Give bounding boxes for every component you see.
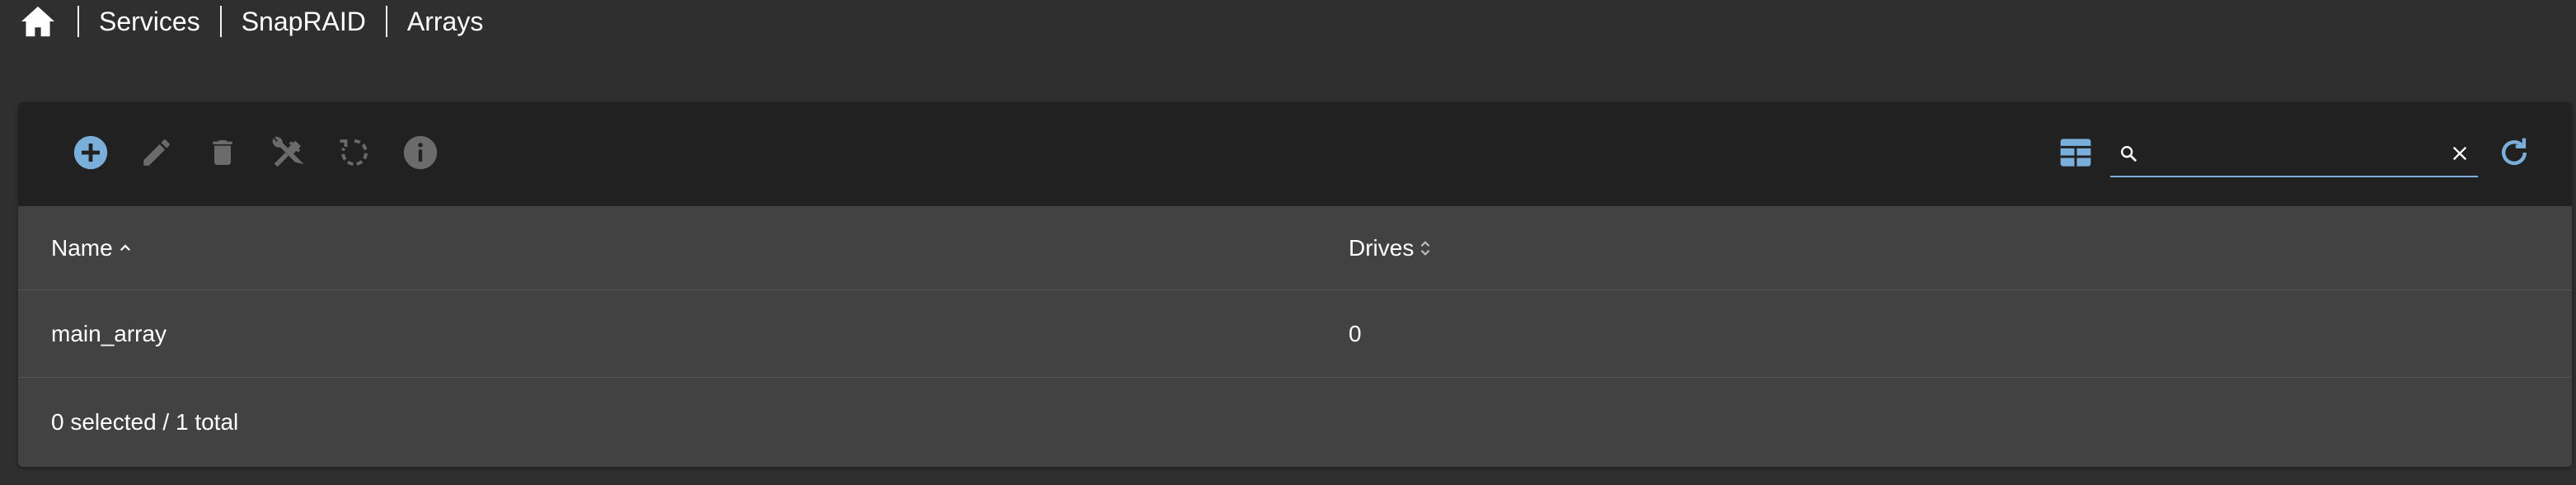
table-footer: 0 selected / 1 total xyxy=(18,378,2572,467)
column-header-label: Name xyxy=(51,234,113,261)
delete-button[interactable] xyxy=(190,121,256,187)
info-button[interactable] xyxy=(387,121,453,187)
restore-button[interactable] xyxy=(321,121,387,187)
table-row[interactable]: main_array 0 xyxy=(18,290,2572,378)
add-button[interactable] xyxy=(58,121,124,187)
breadcrumb-snapraid[interactable]: SnapRAID xyxy=(242,7,366,37)
refresh-icon xyxy=(2496,134,2532,175)
breadcrumb-separator xyxy=(219,6,222,37)
breadcrumb-separator xyxy=(385,6,387,37)
column-header-name[interactable]: Name xyxy=(18,235,1296,261)
plus-circle-icon xyxy=(73,134,109,175)
search-field[interactable] xyxy=(2110,131,2478,177)
column-header-drives[interactable]: Drives xyxy=(1296,235,2572,261)
tools-button[interactable] xyxy=(256,121,321,187)
clear-search-icon[interactable] xyxy=(2447,140,2473,167)
column-layout-button[interactable] xyxy=(2051,129,2100,179)
breadcrumb-services[interactable]: Services xyxy=(99,7,200,37)
wrench-screwdriver-icon xyxy=(270,134,307,176)
table-header: Name Drives xyxy=(18,206,2572,290)
refresh-button[interactable] xyxy=(2489,129,2539,179)
trash-icon xyxy=(206,135,239,174)
breadcrumb-arrays: Arrays xyxy=(406,6,484,36)
sort-unsorted-icon xyxy=(1419,239,1432,257)
selection-summary: 0 selected / 1 total xyxy=(51,409,239,435)
breadcrumb: Services SnapRAID Arrays xyxy=(0,0,2576,43)
info-icon xyxy=(402,134,439,175)
restore-icon xyxy=(337,135,372,174)
breadcrumb-separator xyxy=(77,6,79,37)
sort-ascending-icon xyxy=(118,241,133,256)
home-icon[interactable] xyxy=(18,2,58,41)
search-input[interactable] xyxy=(2142,140,2447,167)
cell-drives: 0 xyxy=(1349,320,1362,346)
toolbar xyxy=(18,102,2572,206)
edit-button[interactable] xyxy=(124,121,190,187)
cell-name: main_array xyxy=(51,320,167,346)
arrays-card: Name Drives main_array 0 0 selected / 1 … xyxy=(18,102,2572,467)
pencil-icon xyxy=(139,135,174,174)
table-columns-icon xyxy=(2059,137,2092,172)
search-icon xyxy=(2115,140,2142,167)
column-header-label: Drives xyxy=(1349,234,1415,261)
